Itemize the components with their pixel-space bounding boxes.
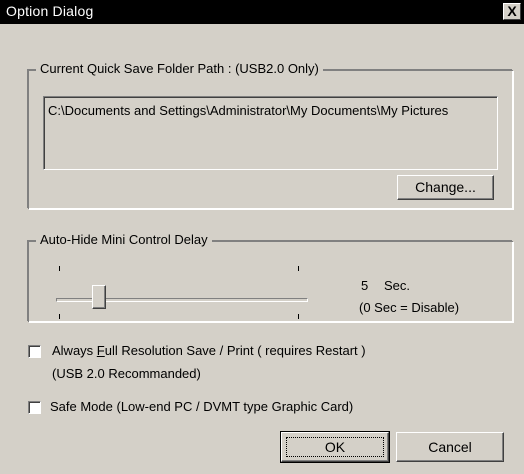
- auto-hide-group: Auto-Hide Mini Control Delay 5 Sec. (0 S…: [28, 232, 513, 322]
- change-button[interactable]: Change...: [397, 175, 494, 200]
- ok-button[interactable]: OK: [280, 431, 390, 463]
- close-icon: X: [507, 3, 517, 19]
- slider-tick-bottom-left: [59, 314, 60, 319]
- safe-mode-checkbox[interactable]: [28, 401, 41, 414]
- delay-value-number: 5: [361, 278, 369, 293]
- slider-thumb[interactable]: [92, 285, 106, 309]
- full-resolution-label[interactable]: Always Full Resolution Save / Print ( re…: [52, 343, 366, 358]
- full-resolution-label-rest: ull Resolution Save / Print ( requires R…: [104, 343, 366, 358]
- slider-tick-top-right: [298, 266, 299, 271]
- safe-mode-label[interactable]: Safe Mode (Low-end PC / DVMT type Graphi…: [50, 399, 353, 414]
- slider-tick-top-left: [59, 266, 60, 271]
- quick-save-group: Current Quick Save Folder Path : (USB2.0…: [28, 61, 513, 209]
- close-button[interactable]: X: [503, 3, 521, 20]
- option-dialog-window: Option Dialog X Current Quick Save Folde…: [0, 0, 524, 474]
- cancel-button-label: Cancel: [428, 439, 472, 455]
- full-resolution-label-accel: F: [96, 343, 105, 358]
- quick-save-path-field[interactable]: C:\Documents and Settings\Administrator\…: [43, 96, 498, 170]
- delay-value-unit: Sec.: [384, 278, 411, 293]
- full-resolution-sublabel: (USB 2.0 Recommanded): [52, 366, 201, 381]
- cancel-button[interactable]: Cancel: [396, 432, 504, 462]
- window-title: Option Dialog: [6, 3, 94, 19]
- title-bar: Option Dialog X: [0, 0, 524, 24]
- change-button-label: Change...: [415, 179, 476, 195]
- quick-save-group-label: Current Quick Save Folder Path : (USB2.0…: [36, 61, 323, 77]
- full-resolution-checkbox[interactable]: [28, 345, 41, 358]
- delay-disable-hint: (0 Sec = Disable): [359, 300, 460, 315]
- ok-focus-rect: [286, 437, 384, 457]
- slider-tick-bottom-right: [298, 314, 299, 319]
- full-resolution-label-prefix: Always: [52, 343, 97, 358]
- auto-hide-group-label: Auto-Hide Mini Control Delay: [36, 232, 212, 248]
